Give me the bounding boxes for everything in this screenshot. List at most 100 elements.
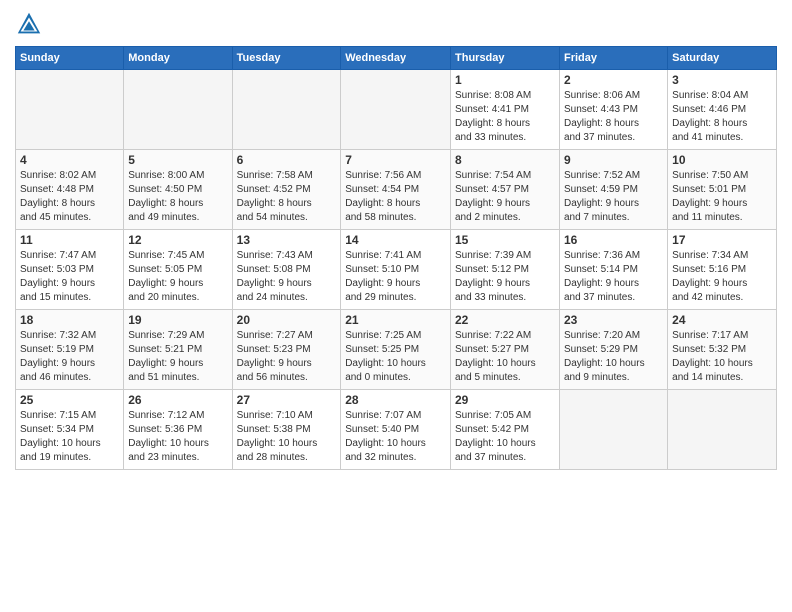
day-info: Sunrise: 7:36 AM Sunset: 5:14 PM Dayligh… [564, 249, 663, 305]
day-info: Sunrise: 7:45 AM Sunset: 5:05 PM Dayligh… [128, 249, 227, 305]
day-number: 6 [237, 153, 337, 167]
day-number: 1 [455, 73, 555, 87]
calendar-cell: 17 Sunrise: 7:34 AM Sunset: 5:16 PM Dayli… [668, 230, 777, 310]
day-info: Sunrise: 7:25 AM Sunset: 5:25 PM Dayligh… [345, 329, 446, 385]
day-info: Sunrise: 7:15 AM Sunset: 5:34 PM Dayligh… [20, 409, 119, 465]
calendar-cell: 3 Sunrise: 8:04 AM Sunset: 4:46 PM Daylig… [668, 70, 777, 150]
day-info: Sunrise: 8:04 AM Sunset: 4:46 PM Dayligh… [672, 89, 772, 145]
calendar-cell: 22 Sunrise: 7:22 AM Sunset: 5:27 PM Dayli… [451, 310, 560, 390]
day-info: Sunrise: 8:00 AM Sunset: 4:50 PM Dayligh… [128, 169, 227, 225]
weekday-header: Monday [124, 47, 232, 70]
calendar: SundayMondayTuesdayWednesdayThursdayFrid… [15, 46, 777, 470]
day-number: 15 [455, 233, 555, 247]
day-info: Sunrise: 7:32 AM Sunset: 5:19 PM Dayligh… [20, 329, 119, 385]
day-number: 16 [564, 233, 663, 247]
calendar-cell: 6 Sunrise: 7:58 AM Sunset: 4:52 PM Daylig… [232, 150, 341, 230]
calendar-week-row: 1 Sunrise: 8:08 AM Sunset: 4:41 PM Daylig… [16, 70, 777, 150]
calendar-cell [559, 390, 667, 470]
calendar-cell: 10 Sunrise: 7:50 AM Sunset: 5:01 PM Dayli… [668, 150, 777, 230]
calendar-cell: 4Sunrise: 8:02 AM Sunset: 4:48 PM Daylig… [16, 150, 124, 230]
day-number: 10 [672, 153, 772, 167]
day-number: 5 [128, 153, 227, 167]
day-info: Sunrise: 7:58 AM Sunset: 4:52 PM Dayligh… [237, 169, 337, 225]
day-number: 17 [672, 233, 772, 247]
calendar-cell: 28 Sunrise: 7:07 AM Sunset: 5:40 PM Dayli… [341, 390, 451, 470]
weekday-header: Friday [559, 47, 667, 70]
calendar-cell: 16 Sunrise: 7:36 AM Sunset: 5:14 PM Dayli… [559, 230, 667, 310]
day-info: Sunrise: 7:43 AM Sunset: 5:08 PM Dayligh… [237, 249, 337, 305]
day-number: 22 [455, 313, 555, 327]
logo [15, 10, 47, 38]
day-number: 18 [20, 313, 119, 327]
day-info: Sunrise: 7:56 AM Sunset: 4:54 PM Dayligh… [345, 169, 446, 225]
day-number: 28 [345, 393, 446, 407]
day-info: Sunrise: 7:27 AM Sunset: 5:23 PM Dayligh… [237, 329, 337, 385]
day-info: Sunrise: 7:07 AM Sunset: 5:40 PM Dayligh… [345, 409, 446, 465]
day-number: 11 [20, 233, 119, 247]
logo-icon [15, 10, 43, 38]
calendar-cell: 2Sunrise: 8:06 AM Sunset: 4:43 PM Daylig… [559, 70, 667, 150]
calendar-cell: 14Sunrise: 7:41 AM Sunset: 5:10 PM Dayli… [341, 230, 451, 310]
calendar-cell: 12 Sunrise: 7:45 AM Sunset: 5:05 PM Dayli… [124, 230, 232, 310]
calendar-cell: 27Sunrise: 7:10 AM Sunset: 5:38 PM Dayli… [232, 390, 341, 470]
calendar-cell: 5 Sunrise: 8:00 AM Sunset: 4:50 PM Daylig… [124, 150, 232, 230]
calendar-cell: 7 Sunrise: 7:56 AM Sunset: 4:54 PM Daylig… [341, 150, 451, 230]
day-info: Sunrise: 7:54 AM Sunset: 4:57 PM Dayligh… [455, 169, 555, 225]
weekday-header: Wednesday [341, 47, 451, 70]
weekday-header: Sunday [16, 47, 124, 70]
day-number: 25 [20, 393, 119, 407]
day-number: 26 [128, 393, 227, 407]
day-info: Sunrise: 7:17 AM Sunset: 5:32 PM Dayligh… [672, 329, 772, 385]
calendar-cell: 13 Sunrise: 7:43 AM Sunset: 5:08 PM Dayli… [232, 230, 341, 310]
calendar-cell [232, 70, 341, 150]
day-number: 14 [345, 233, 446, 247]
day-info: Sunrise: 8:08 AM Sunset: 4:41 PM Dayligh… [455, 89, 555, 145]
calendar-week-row: 18 Sunrise: 7:32 AM Sunset: 5:19 PM Dayli… [16, 310, 777, 390]
day-number: 9 [564, 153, 663, 167]
page-container: SundayMondayTuesdayWednesdayThursdayFrid… [0, 0, 792, 480]
calendar-cell: 24 Sunrise: 7:17 AM Sunset: 5:32 PM Dayli… [668, 310, 777, 390]
calendar-cell: 20 Sunrise: 7:27 AM Sunset: 5:23 PM Dayli… [232, 310, 341, 390]
calendar-cell: 23Sunrise: 7:20 AM Sunset: 5:29 PM Dayli… [559, 310, 667, 390]
day-number: 7 [345, 153, 446, 167]
day-number: 24 [672, 313, 772, 327]
weekday-header: Thursday [451, 47, 560, 70]
day-number: 3 [672, 73, 772, 87]
calendar-cell: 11 Sunrise: 7:47 AM Sunset: 5:03 PM Dayli… [16, 230, 124, 310]
calendar-header-row: SundayMondayTuesdayWednesdayThursdayFrid… [16, 47, 777, 70]
weekday-header: Tuesday [232, 47, 341, 70]
calendar-cell: 15 Sunrise: 7:39 AM Sunset: 5:12 PM Dayli… [451, 230, 560, 310]
day-info: Sunrise: 7:10 AM Sunset: 5:38 PM Dayligh… [237, 409, 337, 465]
calendar-cell [668, 390, 777, 470]
day-number: 23 [564, 313, 663, 327]
calendar-cell: 1 Sunrise: 8:08 AM Sunset: 4:41 PM Daylig… [451, 70, 560, 150]
day-info: Sunrise: 7:39 AM Sunset: 5:12 PM Dayligh… [455, 249, 555, 305]
calendar-cell: 9 Sunrise: 7:52 AM Sunset: 4:59 PM Daylig… [559, 150, 667, 230]
day-info: Sunrise: 7:29 AM Sunset: 5:21 PM Dayligh… [128, 329, 227, 385]
day-info: Sunrise: 7:47 AM Sunset: 5:03 PM Dayligh… [20, 249, 119, 305]
calendar-cell [341, 70, 451, 150]
calendar-week-row: 4Sunrise: 8:02 AM Sunset: 4:48 PM Daylig… [16, 150, 777, 230]
calendar-cell: 21 Sunrise: 7:25 AM Sunset: 5:25 PM Dayli… [341, 310, 451, 390]
day-info: Sunrise: 7:52 AM Sunset: 4:59 PM Dayligh… [564, 169, 663, 225]
day-info: Sunrise: 7:12 AM Sunset: 5:36 PM Dayligh… [128, 409, 227, 465]
day-number: 12 [128, 233, 227, 247]
calendar-cell: 19Sunrise: 7:29 AM Sunset: 5:21 PM Dayli… [124, 310, 232, 390]
calendar-cell [124, 70, 232, 150]
day-info: Sunrise: 8:06 AM Sunset: 4:43 PM Dayligh… [564, 89, 663, 145]
calendar-cell: 26 Sunrise: 7:12 AM Sunset: 5:36 PM Dayli… [124, 390, 232, 470]
day-info: Sunrise: 7:22 AM Sunset: 5:27 PM Dayligh… [455, 329, 555, 385]
day-number: 20 [237, 313, 337, 327]
calendar-cell: 8 Sunrise: 7:54 AM Sunset: 4:57 PM Daylig… [451, 150, 560, 230]
header [15, 10, 777, 38]
calendar-cell: 29Sunrise: 7:05 AM Sunset: 5:42 PM Dayli… [451, 390, 560, 470]
day-number: 4 [20, 153, 119, 167]
calendar-cell [16, 70, 124, 150]
calendar-week-row: 11 Sunrise: 7:47 AM Sunset: 5:03 PM Dayli… [16, 230, 777, 310]
day-number: 21 [345, 313, 446, 327]
day-info: Sunrise: 7:50 AM Sunset: 5:01 PM Dayligh… [672, 169, 772, 225]
day-number: 13 [237, 233, 337, 247]
day-number: 8 [455, 153, 555, 167]
day-info: Sunrise: 7:05 AM Sunset: 5:42 PM Dayligh… [455, 409, 555, 465]
day-info: Sunrise: 7:34 AM Sunset: 5:16 PM Dayligh… [672, 249, 772, 305]
